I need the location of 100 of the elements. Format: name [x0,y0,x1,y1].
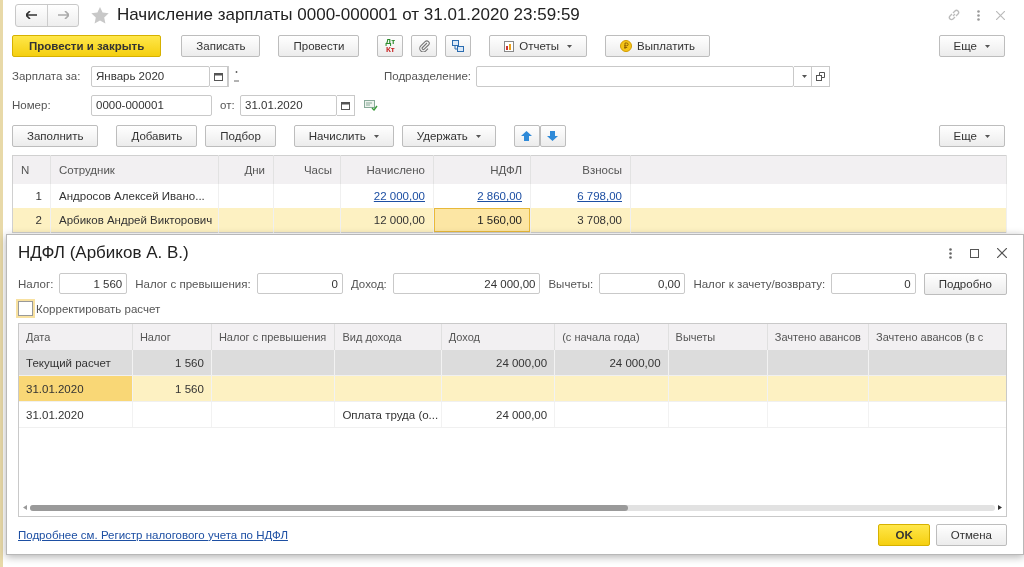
column-header[interactable]: Вычеты [668,324,768,351]
close-icon[interactable] [997,248,1007,259]
value-field[interactable]: 24 000,00 [392,273,541,295]
column-header[interactable]: Доход [441,324,555,351]
department-label: Подразделение: [384,70,472,82]
reports-menu-button[interactable]: Отчеты [489,35,588,57]
back-arrow-icon [26,11,37,19]
calendar-button[interactable] [210,65,228,87]
column-header[interactable]: Сотрудник [50,155,219,184]
report-icon [504,40,515,52]
column-header[interactable]: Дни [218,155,274,184]
field-label: Налог с превышения: [135,277,251,290]
forward-arrow-icon [57,11,69,19]
calendar-button[interactable] [337,94,355,116]
amount-link[interactable]: 22 000,00 [373,190,425,202]
value-field[interactable]: 0,00 [599,273,686,295]
down-arrow-icon [547,131,559,141]
table-cell: Арбиков Андрей Викторович [59,214,213,226]
coin-icon [620,40,633,52]
document-check-icon[interactable] [364,99,378,111]
link-icon[interactable] [947,8,961,22]
value-field[interactable]: 0 [831,273,916,295]
toolbar-button[interactable]: Подбор [205,125,276,147]
value-field[interactable]: 1 560 [59,273,128,295]
column-header[interactable]: Взносы [530,155,631,184]
toolbar-button[interactable]: Заполнить [12,125,99,147]
table-cell: 31.01.2020 [26,382,84,395]
table-cell: 1 [35,190,42,202]
amount-link[interactable]: 6 798,00 [577,190,622,202]
column-header[interactable]: Начислено [340,155,434,184]
dt-kt-button[interactable]: Дт Кт [377,35,404,57]
post-and-close-button[interactable]: Провести и закрыть [12,35,162,57]
column-header[interactable]: (с начала года) [554,324,669,351]
scroll-left-icon[interactable] [23,505,27,511]
table-cell: 1 560,00 [477,214,522,226]
column-header[interactable]: Зачтено авансов [767,324,869,351]
table-cell: 3 708,00 [577,214,622,226]
column-header[interactable]: Часы [273,155,341,184]
open-button[interactable] [812,65,830,87]
column-header[interactable]: N [12,155,51,184]
column-header[interactable]: Дата [19,324,133,351]
details-button[interactable]: Подробно [923,272,1007,295]
table-cell: 12 000,00 [373,214,425,226]
amount-link[interactable]: 2 860,00 [477,190,522,202]
more-menu-button[interactable]: Еще [938,35,1005,57]
star-icon[interactable] [91,6,109,24]
checkbox[interactable] [18,301,33,317]
caret-icon [985,134,990,138]
dialog-title: НДФЛ (Арбиков А. В.) [18,243,190,264]
table-row[interactable]: Текущий расчет 1 560 24 000,00 24 000,00 [19,350,1006,376]
table-row[interactable]: 31.01.2020 Оплата труда (о... 24 000,00 [19,401,1006,428]
number-label: Номер: [12,99,52,111]
department-field[interactable] [476,65,794,87]
table-cell: 24 000,00 [496,408,548,421]
calendar-icon [341,100,350,110]
attachment-button[interactable] [411,35,438,57]
open-window-icon [816,71,825,81]
caret-icon [373,134,379,138]
column-header[interactable]: Налог [132,324,212,351]
menu-button[interactable]: Начислить [293,125,394,147]
scrollbar-thumb[interactable] [30,504,629,511]
linked-documents-icon [452,40,465,52]
value-field[interactable]: 0 [256,273,343,295]
horizontal-scrollbar[interactable] [30,504,995,511]
table-cell: 2 [35,214,42,226]
up-arrow-icon [521,131,533,141]
structure-button[interactable] [445,35,472,57]
checkbox-label[interactable]: Корректировать расчет [36,302,161,315]
table-cell: Андросов Алексей Ивано... [59,190,205,202]
menu-button[interactable]: Удержать [401,125,496,147]
date-field[interactable]: 31.01.2020 [240,94,337,116]
column-header[interactable]: Зачтено авансов (в с [868,324,1006,351]
toolbar-button[interactable]: Записать [181,35,261,57]
table-row[interactable]: 2 Арбиков Андрей Викторович 12 000,00 1 560,00 3 708,00 [12,208,1007,233]
toolbar-button[interactable]: Добавить [116,125,198,147]
period-label: Зарплата за: [12,70,82,82]
more-options-icon[interactable] [949,247,952,259]
move-down-button[interactable] [539,125,566,147]
number-field[interactable]: 0000-000001 [91,94,212,116]
more-menu-button[interactable]: Еще [938,125,1005,147]
column-header[interactable]: Налог с превышения [211,324,335,351]
move-up-button[interactable] [513,125,540,147]
paperclip-icon [418,40,430,52]
table-row[interactable]: 31.01.2020 1 560 [19,375,1006,402]
cancel-button[interactable]: Отмена [935,523,1007,546]
period-field[interactable]: Январь 2020 [91,65,210,87]
column-header[interactable]: Вид дохода [334,324,442,351]
table-cell: Оплата труда (о... [342,408,439,421]
caret-icon [985,44,990,48]
field-label: Налог к зачету/возврату: [693,277,826,290]
register-link[interactable]: Подробнее см. Регистр налогового учета по НДФЛ [18,528,288,541]
table-cell: 24 000,00 [496,356,548,369]
column-header[interactable]: НДФЛ [433,155,531,184]
more-options-icon[interactable] [977,9,980,21]
pay-button[interactable]: Выплатить [605,35,711,57]
toolbar-button[interactable]: Провести [278,35,360,57]
maximize-icon[interactable] [970,248,979,258]
scroll-right-icon[interactable] [998,505,1002,511]
table-cell: 24 000,00 [609,356,661,369]
ok-button[interactable]: OK [878,523,930,546]
